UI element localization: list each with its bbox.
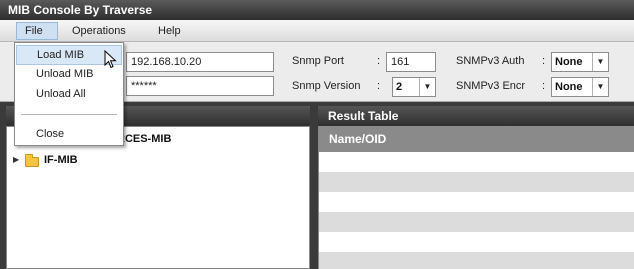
- snmp-version-label: Snmp Version: [292, 80, 361, 92]
- snmpv3-encr-select[interactable]: None ▼: [551, 77, 609, 97]
- menu-item-unload-all[interactable]: Unload All: [16, 84, 122, 104]
- menu-operations[interactable]: Operations: [64, 22, 134, 40]
- snmp-port-input[interactable]: 161: [386, 52, 436, 72]
- snmpv3-auth-label: SNMPv3 Auth: [456, 55, 525, 67]
- snmp-port-label: Snmp Port: [292, 55, 344, 67]
- dropdown-arrow-icon: ▼: [592, 53, 608, 71]
- colon: :: [542, 55, 546, 67]
- colon: :: [542, 80, 546, 92]
- tree-node-if-mib[interactable]: IF-MIB: [44, 151, 78, 169]
- expand-arrow-icon[interactable]: ▶: [13, 155, 19, 164]
- folder-icon: [25, 154, 39, 167]
- table-row[interactable]: [319, 192, 634, 212]
- snmpv3-auth-select[interactable]: None ▼: [551, 52, 609, 72]
- table-row[interactable]: [319, 152, 634, 172]
- colon: :: [377, 55, 381, 67]
- window-title: MIB Console By Traverse: [8, 3, 153, 17]
- window-title-bar: MIB Console By Traverse: [0, 0, 634, 20]
- menu-separator: [21, 114, 117, 115]
- snmpv3-auth-value: None: [555, 56, 583, 68]
- snmp-version-value: 2: [396, 81, 403, 93]
- snmpv3-encr-label: SNMPv3 Encr: [456, 80, 526, 92]
- table-row[interactable]: [319, 212, 634, 232]
- menu-help[interactable]: Help: [150, 22, 189, 40]
- menu-item-close[interactable]: Close: [16, 124, 122, 144]
- result-table-header: Result Table: [318, 106, 634, 126]
- result-table: Name/OID: [318, 126, 634, 269]
- table-row[interactable]: [319, 172, 634, 192]
- host-input[interactable]: 192.168.10.20: [126, 52, 274, 72]
- column-header-name-oid[interactable]: Name/OID: [319, 126, 634, 152]
- result-table-title: Result Table: [328, 109, 399, 123]
- dropdown-arrow-icon: ▼: [592, 78, 608, 96]
- table-row[interactable]: [319, 252, 634, 269]
- snmpv3-encr-value: None: [555, 81, 583, 93]
- table-row[interactable]: [319, 232, 634, 252]
- colon: :: [377, 80, 381, 92]
- menu-bar: File Operations Help: [0, 20, 634, 42]
- snmp-version-select[interactable]: 2 ▼: [392, 77, 436, 97]
- mouse-pointer-icon: [104, 50, 117, 69]
- dropdown-arrow-icon: ▼: [419, 78, 435, 96]
- menu-file[interactable]: File: [16, 22, 58, 40]
- tree-node-rces-mib[interactable]: RCES-MIB: [117, 130, 171, 148]
- community-input[interactable]: ******: [126, 76, 274, 96]
- mib-tree-panel: RCES-MIB ▶ IF-MIB: [6, 126, 310, 269]
